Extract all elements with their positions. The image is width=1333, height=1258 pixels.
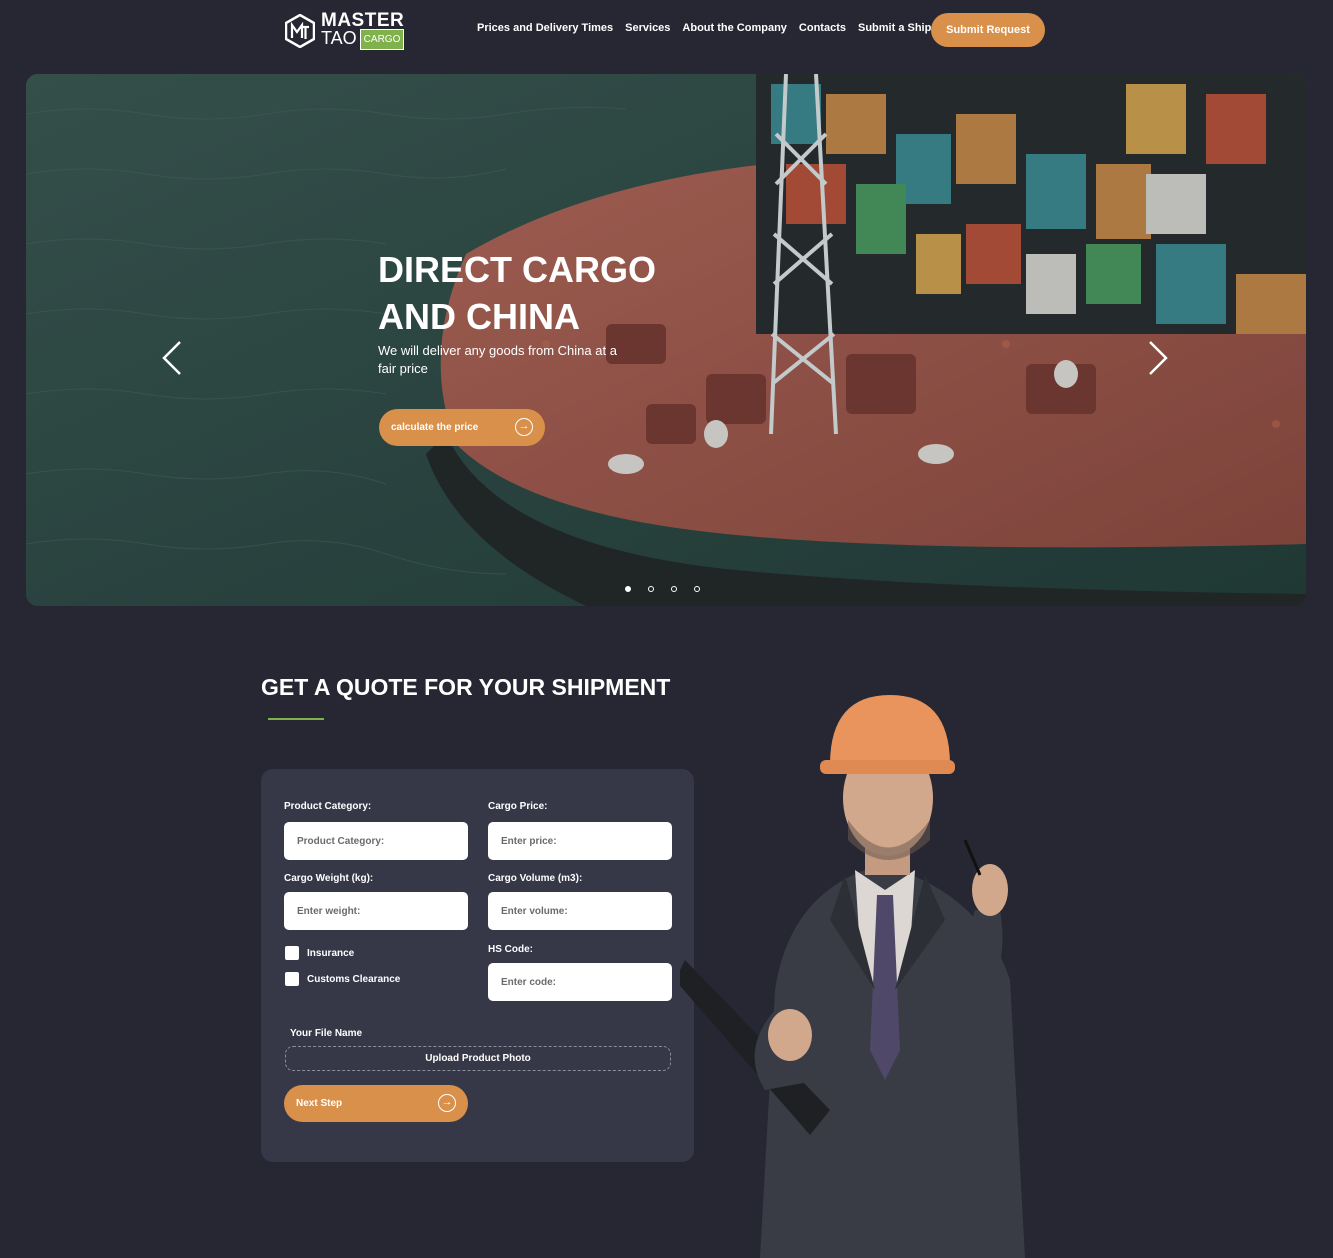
hero-title: DIRECT CARGO AND CHINA	[378, 249, 656, 337]
insurance-checkbox[interactable]: Insurance	[285, 946, 354, 960]
customs-label: Customs Clearance	[307, 973, 401, 985]
insurance-label: Insurance	[307, 947, 355, 959]
weight-label: Cargo Weight (kg):	[284, 873, 374, 884]
logo-badge: CARGO	[359, 29, 405, 50]
price-input[interactable]	[488, 822, 672, 860]
quote-title: GET A QUOTE FOR YOUR SHIPMENT	[261, 674, 671, 700]
slide-dot-3[interactable]	[671, 586, 677, 592]
arrow-right-circle-icon: →	[438, 1094, 456, 1112]
volume-label: Cargo Volume (m3):	[488, 873, 583, 884]
calculate-price-button[interactable]: calculate the price →	[379, 409, 545, 446]
next-step-button[interactable]: Next Step →	[284, 1085, 468, 1122]
hero-background-image	[26, 74, 1306, 606]
logo-mark-icon	[285, 14, 315, 48]
calculate-price-label: calculate the price	[391, 422, 479, 433]
hs-label: HS Code:	[488, 944, 533, 955]
slide-dot-4[interactable]	[694, 586, 700, 592]
hero-subtitle: We will deliver any goods from China at …	[378, 343, 617, 376]
quote-form: Product Category: Cargo Price: Cargo Wei…	[261, 769, 694, 1162]
hs-input[interactable]	[488, 963, 672, 1001]
logo-line1: MASTER	[321, 10, 405, 31]
site-header: MASTER TAO CARGO Prices and Delivery Time…	[0, 0, 1333, 60]
slider-dots	[625, 586, 700, 592]
engineer-photo	[680, 695, 1025, 1258]
weight-input[interactable]	[284, 892, 468, 930]
customs-box[interactable]	[285, 972, 299, 986]
nav-services[interactable]: Services	[625, 22, 670, 34]
logo-text: MASTER TAO CARGO	[321, 10, 405, 50]
volume-input[interactable]	[488, 892, 672, 930]
upload-photo-button[interactable]: Upload Product Photo	[285, 1046, 671, 1071]
submit-request-button[interactable]: Submit Request	[931, 13, 1045, 47]
file-name: Your File Name	[290, 1028, 363, 1039]
next-step-label: Next Step	[296, 1098, 343, 1109]
category-input[interactable]	[284, 822, 468, 860]
logo-line2: TAO	[321, 28, 357, 48]
hero-slider: DIRECT CARGO AND CHINA We will deliver a…	[26, 74, 1306, 606]
chevron-left-icon[interactable]	[160, 338, 184, 378]
main-nav: Prices and Delivery Times Services About…	[477, 22, 958, 34]
nav-contacts[interactable]: Contacts	[799, 22, 846, 34]
title-underline	[268, 718, 324, 720]
category-label: Product Category:	[284, 801, 372, 812]
nav-about[interactable]: About the Company	[682, 22, 787, 34]
slide-dot-1[interactable]	[625, 586, 631, 592]
arrow-right-circle-icon: →	[515, 418, 533, 436]
slide-dot-2[interactable]	[648, 586, 654, 592]
logo[interactable]: MASTER TAO CARGO	[285, 10, 405, 50]
chevron-right-icon[interactable]	[1146, 338, 1170, 378]
nav-prices[interactable]: Prices and Delivery Times	[477, 22, 613, 34]
price-label: Cargo Price:	[488, 801, 548, 812]
insurance-box[interactable]	[285, 946, 299, 960]
customs-checkbox[interactable]: Customs Clearance	[285, 972, 400, 986]
